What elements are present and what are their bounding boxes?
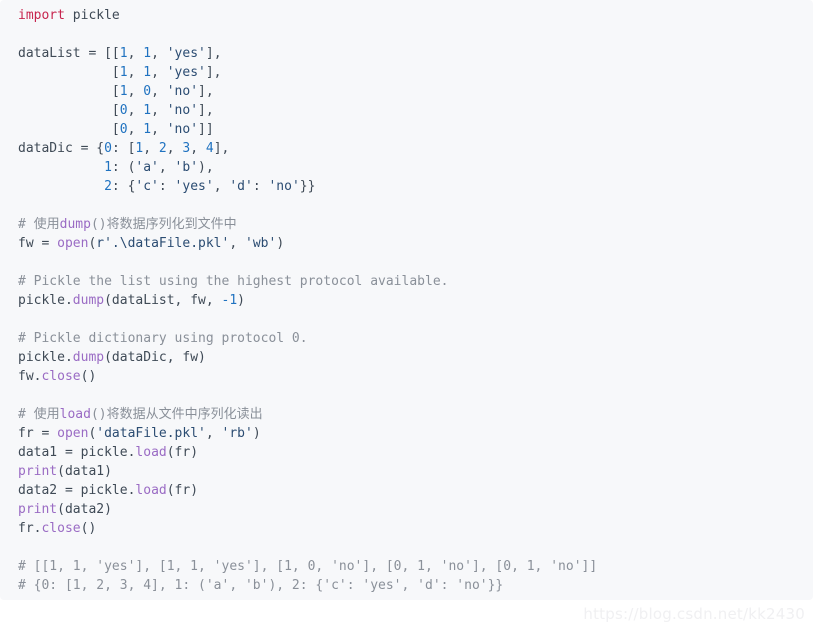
code-line: dataDic = {0: [1, 2, 3, 4], bbox=[18, 141, 230, 156]
code-line-comment-output: # [[1, 1, 'yes'], [1, 1, 'yes'], [1, 0, … bbox=[18, 559, 598, 574]
code-line-comment: # Pickle dictionary using protocol 0. bbox=[18, 331, 308, 346]
code-line: fw = open(r'.\dataFile.pkl', 'wb') bbox=[18, 236, 285, 251]
code-line-comment: # 使用dump()将数据序列化到文件中 bbox=[18, 217, 237, 232]
token-builtin-print: print bbox=[18, 464, 58, 479]
code-line: [0, 1, 'no'], bbox=[18, 103, 214, 118]
code-line-comment: # Pickle the list using the highest prot… bbox=[18, 274, 449, 289]
code-line: dataList = [[1, 1, 'yes'], bbox=[18, 46, 222, 61]
token-builtin-open: open bbox=[57, 426, 89, 441]
code-line-comment-output: # {0: [1, 2, 3, 4], 1: ('a', 'b'), 2: {'… bbox=[18, 578, 504, 593]
token-builtin-open: open bbox=[57, 236, 89, 251]
token-builtin-print: print bbox=[18, 502, 58, 517]
code-line-comment: # 使用load()将数据从文件中序列化读出 bbox=[18, 407, 263, 422]
code-line: fr.close() bbox=[18, 521, 97, 536]
code-line: [1, 0, 'no'], bbox=[18, 84, 214, 99]
code-line: [1, 1, 'yes'], bbox=[18, 65, 222, 80]
token-keyword: import bbox=[18, 8, 65, 23]
code-line: data1 = pickle.load(fr) bbox=[18, 445, 199, 460]
watermark: https://blog.csdn.net/kk2430 bbox=[583, 605, 805, 623]
code-line: fr = open('dataFile.pkl', 'rb') bbox=[18, 426, 261, 441]
code-line: 2: {'c': 'yes', 'd': 'no'}} bbox=[104, 179, 316, 194]
code-line: print(data2) bbox=[18, 502, 112, 517]
code-line: pickle.dump(dataList, fw, -1) bbox=[18, 293, 245, 308]
code-line-list: import pickle dataList = [[1, 1, 'yes'],… bbox=[0, 6, 813, 595]
code-line: print(data1) bbox=[18, 464, 112, 479]
code-line: 1: ('a', 'b'), bbox=[104, 160, 214, 175]
code-line: data2 = pickle.load(fr) bbox=[18, 483, 199, 498]
code-line: pickle.dump(dataDic, fw) bbox=[18, 350, 206, 365]
code-line: import pickle bbox=[18, 8, 120, 23]
code-block: import pickle dataList = [[1, 1, 'yes'],… bbox=[0, 0, 813, 600]
code-line: [0, 1, 'no']] bbox=[18, 122, 214, 137]
code-line: fw.close() bbox=[18, 369, 97, 384]
